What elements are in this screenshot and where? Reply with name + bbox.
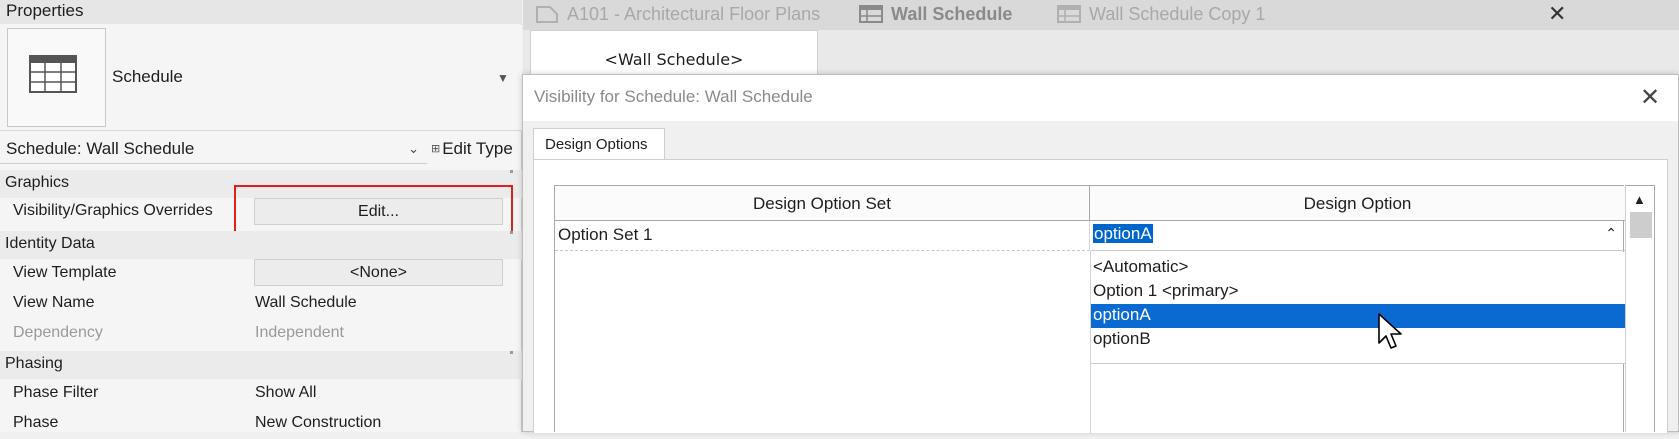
group-identity-label: Identity Data bbox=[5, 235, 95, 252]
edit-button-highlight bbox=[234, 185, 513, 237]
type-selector[interactable]: Schedule ▼ bbox=[0, 25, 522, 131]
scroll-thumb[interactable] bbox=[1630, 212, 1652, 238]
dependency-label: Dependency bbox=[13, 324, 103, 341]
row-dependency: Dependency Independent bbox=[0, 319, 502, 349]
floor-plan-icon bbox=[535, 4, 559, 29]
view-name-value[interactable]: Wall Schedule bbox=[255, 294, 357, 312]
dropdown-option-optionA[interactable]: optionA bbox=[1091, 304, 1625, 328]
view-template-label: View Template bbox=[13, 264, 117, 281]
instance-selector-label: Schedule: Wall Schedule bbox=[6, 139, 195, 158]
phase-filter-value[interactable]: Show All bbox=[255, 384, 316, 402]
chevron-down-icon: ⌄ bbox=[408, 141, 419, 156]
view-template-button[interactable]: <None> bbox=[254, 259, 503, 286]
edit-type-button[interactable]: ⊞ Edit Type bbox=[431, 139, 513, 159]
vg-overrides-label: Visibility/Graphics Overrides bbox=[13, 202, 213, 219]
design-option-dropdown: <Automatic> Option 1 <primary> optionA o… bbox=[1091, 252, 1625, 364]
mouse-pointer-icon bbox=[1378, 313, 1404, 356]
edit-type-icon: ⊞ bbox=[431, 143, 441, 155]
group-phasing[interactable]: Phasing bbox=[0, 351, 522, 379]
schedule-header: <Wall Schedule> bbox=[604, 50, 744, 69]
phase-label: Phase bbox=[13, 414, 59, 431]
schedule-type-icon bbox=[7, 28, 106, 127]
design-option-combo-value[interactable]: optionA bbox=[1093, 224, 1153, 243]
chevron-up-icon[interactable]: ⌃ bbox=[1605, 225, 1617, 242]
properties-title: Properties bbox=[0, 0, 522, 24]
row-view-name: View Name Wall Schedule bbox=[0, 289, 502, 319]
schedule-icon bbox=[859, 4, 883, 29]
group-graphics-label: Graphics bbox=[5, 174, 70, 191]
group-identity-data[interactable]: Identity Data bbox=[0, 231, 522, 259]
view-name-label: View Name bbox=[13, 294, 95, 311]
view-tabs-bar: A101 - Architectural Floor Plans Wall Sc… bbox=[523, 0, 1679, 30]
collapse-phasing-icon[interactable] bbox=[510, 351, 513, 354]
properties-palette: Properties Schedule ▼ Schedule: Wall Sch… bbox=[0, 0, 522, 432]
tab-wall-schedule-copy-label: Wall Schedule Copy 1 bbox=[1089, 4, 1266, 24]
option-set-cell: Option Set 1 bbox=[555, 221, 1090, 251]
close-tab-icon[interactable]: ✕ bbox=[1548, 1, 1566, 27]
dropdown-option-primary[interactable]: Option 1 <primary> bbox=[1091, 280, 1625, 304]
dependency-value: Independent bbox=[255, 324, 344, 341]
phase-value[interactable]: New Construction bbox=[255, 414, 381, 432]
row-phase-filter: Phase Filter Show All bbox=[0, 379, 502, 409]
design-option-combo[interactable]: optionA ⌃ bbox=[1091, 221, 1625, 251]
tab-design-options[interactable]: Design Options bbox=[533, 128, 665, 160]
close-icon[interactable]: ✕ bbox=[1640, 83, 1660, 112]
tab-wall-schedule[interactable]: Wall Schedule bbox=[859, 0, 1012, 30]
edit-type-label: Edit Type bbox=[442, 139, 513, 158]
column-header-option-set: Design Option Set bbox=[555, 186, 1090, 221]
phase-filter-label: Phase Filter bbox=[13, 384, 99, 401]
type-name: Schedule bbox=[112, 67, 183, 86]
scroll-up-icon[interactable]: ▲ bbox=[1633, 192, 1646, 207]
instance-selector[interactable]: Schedule: Wall Schedule ⌄ bbox=[0, 136, 427, 164]
tab-floor-plans[interactable]: A101 - Architectural Floor Plans bbox=[535, 0, 820, 30]
column-header-option: Design Option bbox=[1090, 186, 1625, 221]
grid-scrollbar[interactable]: ▲ bbox=[1625, 185, 1655, 432]
dropdown-option-optionB[interactable]: optionB bbox=[1091, 328, 1625, 352]
collapse-identity-icon[interactable] bbox=[510, 231, 513, 234]
tab-wall-schedule-label: Wall Schedule bbox=[891, 4, 1013, 24]
tab-floor-plans-label: A101 - Architectural Floor Plans bbox=[567, 4, 821, 24]
tab-wall-schedule-copy[interactable]: Wall Schedule Copy 1 bbox=[1057, 0, 1265, 30]
schedule-icon bbox=[1057, 4, 1081, 29]
dialog-titlebar[interactable]: Visibility for Schedule: Wall Schedule ✕ bbox=[523, 75, 1678, 121]
dialog-title: Visibility for Schedule: Wall Schedule bbox=[534, 87, 813, 106]
dropdown-option-automatic[interactable]: <Automatic> bbox=[1091, 256, 1625, 280]
group-phasing-label: Phasing bbox=[5, 355, 63, 372]
type-dropdown-icon[interactable]: ▼ bbox=[497, 71, 509, 85]
design-options-grid: Design Option Set Design Option Option S… bbox=[554, 185, 1625, 433]
collapse-graphics-icon[interactable] bbox=[510, 170, 513, 173]
row-phase: Phase New Construction bbox=[0, 409, 502, 439]
